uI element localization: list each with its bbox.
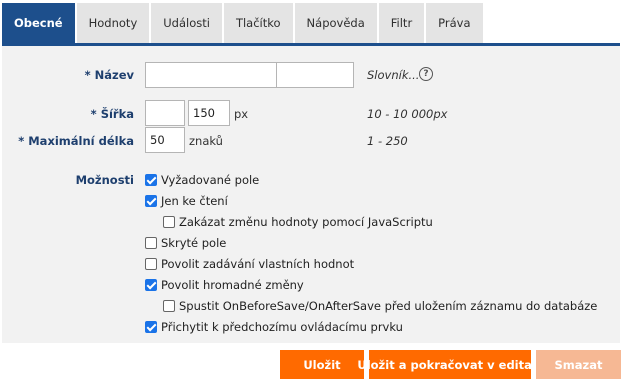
option-label: Přichytit k předchozímu ovládacímu prvku bbox=[161, 320, 403, 334]
option-custom-values[interactable]: Povolit zadávání vlastních hodnot bbox=[145, 257, 354, 271]
checkbox[interactable] bbox=[145, 237, 157, 249]
width-hint: 10 - 10 000px bbox=[367, 107, 448, 121]
option-label: Povolit hromadné změny bbox=[161, 278, 304, 292]
checkbox[interactable] bbox=[163, 300, 175, 312]
tab-udalosti[interactable]: Události bbox=[151, 3, 222, 43]
name-input-secondary[interactable] bbox=[276, 62, 354, 88]
option-hidden[interactable]: Skryté pole bbox=[145, 236, 226, 250]
save-continue-button[interactable]: Uložit a pokračovat v editaci bbox=[357, 350, 543, 379]
checkbox[interactable] bbox=[145, 195, 157, 207]
tab-prava[interactable]: Práva bbox=[426, 3, 483, 43]
save-button[interactable]: Uložit bbox=[280, 350, 364, 379]
option-attach-previous[interactable]: Přichytit k předchozímu ovládacímu prvku bbox=[145, 320, 403, 334]
tab-tlacitko[interactable]: Tlačítko bbox=[223, 3, 293, 43]
option-required[interactable]: Vyžadované pole bbox=[145, 173, 259, 187]
width-input-primary[interactable] bbox=[145, 100, 185, 126]
max-length-hint: 1 - 250 bbox=[367, 134, 408, 148]
tab-hodnoty[interactable]: Hodnoty bbox=[76, 3, 150, 43]
checkbox[interactable] bbox=[145, 321, 157, 333]
option-bulk-changes[interactable]: Povolit hromadné změny bbox=[145, 278, 304, 292]
width-input-value[interactable]: 150 bbox=[188, 100, 230, 126]
width-label: * Šířka bbox=[90, 107, 134, 121]
delete-button[interactable]: Smazat bbox=[536, 350, 621, 379]
option-label: Skryté pole bbox=[161, 236, 227, 250]
checkbox[interactable] bbox=[163, 216, 175, 228]
width-unit: px bbox=[234, 107, 249, 121]
name-input-primary[interactable] bbox=[145, 62, 277, 88]
option-label: Povolit zadávání vlastních hodnot bbox=[161, 257, 355, 271]
option-label: Spustit OnBeforeSave/OnAfterSave před ul… bbox=[179, 299, 598, 313]
tab-obecne[interactable]: Obecné bbox=[2, 3, 75, 43]
option-label: Vyžadované pole bbox=[161, 173, 260, 187]
tab-filtr[interactable]: Filtr bbox=[378, 3, 425, 43]
option-label: Jen ke čtení bbox=[161, 194, 228, 208]
max-length-unit: znaků bbox=[189, 134, 223, 148]
form-panel: * Název Slovník... ? * Šířka 150 px 10 -… bbox=[2, 43, 620, 343]
options-label: Možnosti bbox=[75, 173, 134, 187]
name-label: * Název bbox=[84, 68, 134, 82]
tab-bar: Obecné Hodnoty Události Tlačítko Nápověd… bbox=[2, 3, 485, 43]
option-readonly[interactable]: Jen ke čtení bbox=[145, 194, 228, 208]
checkbox[interactable] bbox=[145, 279, 157, 291]
option-run-save-events[interactable]: Spustit OnBeforeSave/OnAfterSave před ul… bbox=[163, 299, 597, 313]
max-length-input[interactable]: 50 bbox=[145, 127, 185, 153]
tab-napoveda[interactable]: Nápověda bbox=[294, 3, 377, 43]
checkbox[interactable] bbox=[145, 258, 157, 270]
option-disable-js-change[interactable]: Zakázat změnu hodnoty pomocí JavaScriptu bbox=[163, 215, 433, 229]
checkbox[interactable] bbox=[145, 174, 157, 186]
max-length-label: * Maximální délka bbox=[18, 134, 134, 148]
dictionary-link[interactable]: Slovník... bbox=[367, 68, 419, 82]
option-label: Zakázat změnu hodnoty pomocí JavaScriptu bbox=[179, 215, 433, 229]
question-circle-icon[interactable]: ? bbox=[419, 67, 433, 81]
